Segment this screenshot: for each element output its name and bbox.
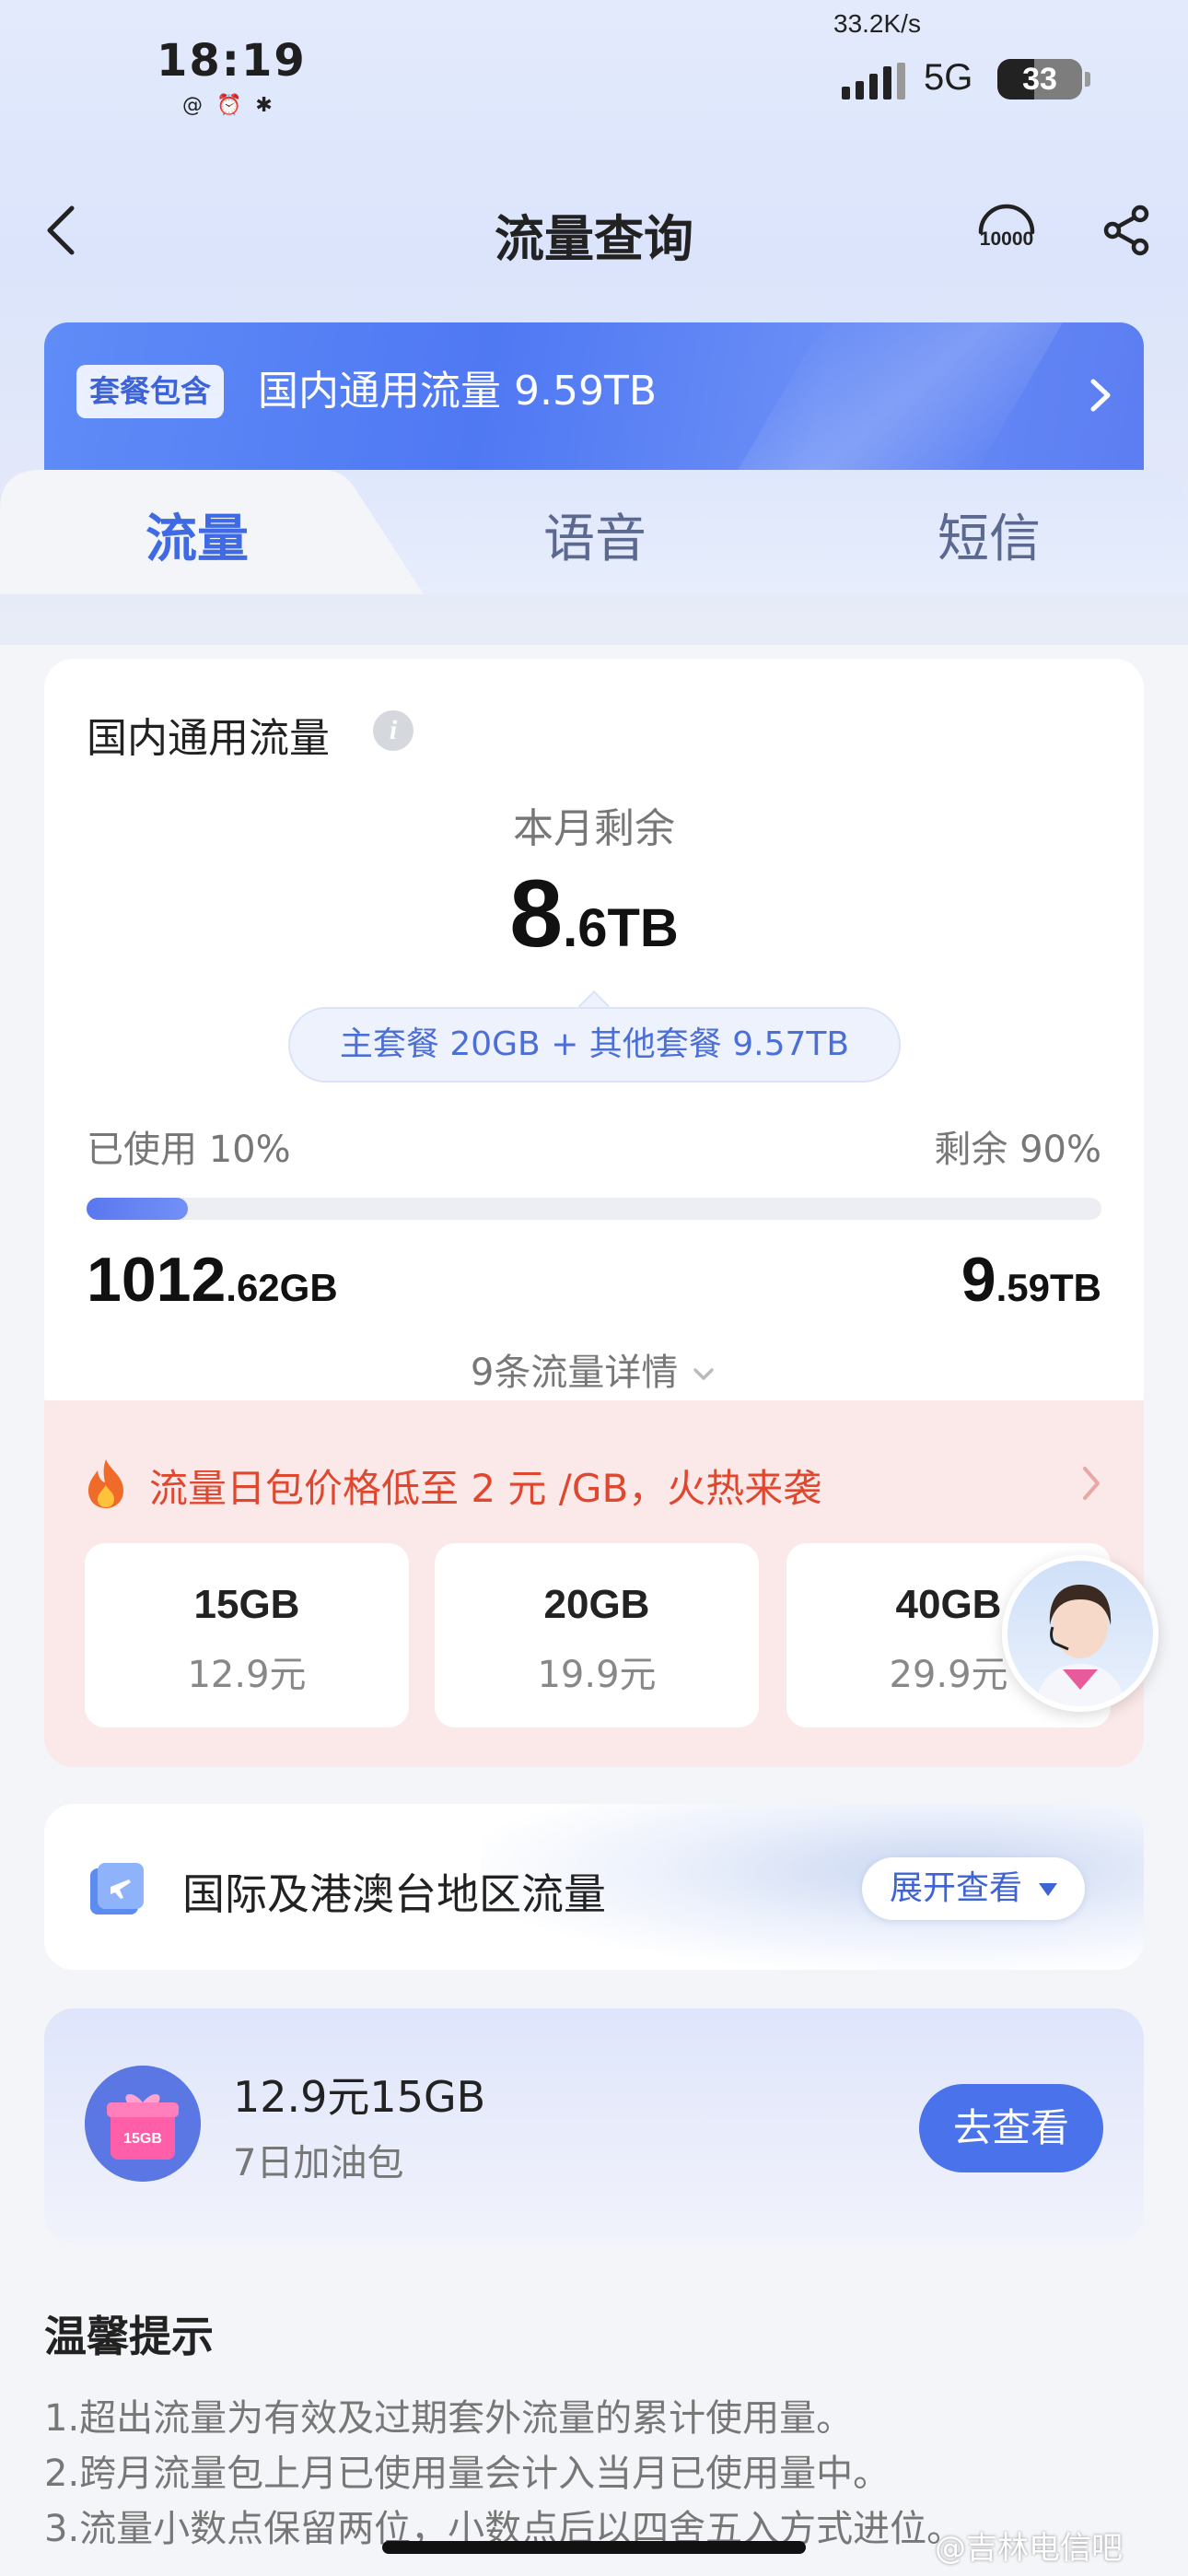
chevron-right-icon[interactable]	[1077, 1461, 1105, 1505]
international-roaming-title: 国际及港澳台地区流量	[182, 1869, 606, 1919]
booster-subtitle: 7日加油包	[233, 2142, 404, 2184]
used-amount-int: 1012	[87, 1245, 227, 1315]
battery-tip	[1085, 72, 1090, 87]
tab-data[interactable]: 流量	[146, 498, 249, 572]
used-amount-rest: .62GB	[226, 1266, 338, 1309]
gift-box-icon: 15GB	[85, 2066, 201, 2182]
expand-button[interactable]: 展开查看	[862, 1857, 1085, 1920]
promo-text[interactable]: 流量日包价格低至 2 元 /GB，火热来袭	[149, 1458, 821, 1514]
chevron-right-icon	[1090, 379, 1111, 412]
package-size: 15GB	[193, 1582, 300, 1627]
tab-bar: 流量 语音 短信	[0, 470, 1188, 594]
used-percent-label: 已使用 10%	[87, 1129, 291, 1171]
package-card[interactable]: 15GB 12.9元	[85, 1543, 409, 1727]
agent-avatar-icon	[1035, 1585, 1125, 1706]
share-icon[interactable]	[1101, 203, 1153, 258]
remaining-label: 本月剩余	[513, 805, 675, 852]
booster-pack-card: 15GB 12.9元15GB 7日加油包 去查看	[44, 2008, 1144, 2243]
tip-item: 1.超出流量为有效及过期套外流量的累计使用量。	[44, 2397, 854, 2440]
data-details-link[interactable]: 9条流量详情	[44, 1342, 1144, 1396]
signal-icon	[842, 63, 905, 100]
view-booster-button[interactable]: 去查看	[919, 2084, 1103, 2172]
status-time: 18:19	[157, 35, 307, 87]
tab-sms[interactable]: 短信	[938, 498, 1041, 572]
package-card[interactable]: 20GB 19.9元	[435, 1543, 759, 1727]
caret-down-icon	[1039, 1883, 1057, 1896]
plan-banner-text: 国内通用流量 9.59TB	[258, 368, 658, 415]
booster-title: 12.9元15GB	[233, 2072, 486, 2122]
total-amount-int: 9	[961, 1245, 996, 1315]
package-size: 20GB	[543, 1582, 650, 1627]
tip-item: 2.跨月流量包上月已使用量会计入当月已使用量中。	[44, 2453, 891, 2495]
network-speed: 33.2K/s	[833, 9, 921, 38]
remaining-value-rest: .6TB	[563, 898, 679, 958]
used-amount: 1012.62GB	[87, 1244, 338, 1316]
plan-tag: 套餐包含	[76, 365, 224, 418]
data-details-label: 9条流量详情	[470, 1352, 679, 1394]
battery-level: 33	[1022, 62, 1057, 97]
battery-icon: 33	[997, 59, 1082, 100]
chevron-down-icon	[693, 1368, 714, 1380]
remaining-value: 8.6TB	[44, 860, 1144, 969]
package-price: 12.9元	[187, 1654, 307, 1696]
customer-service-10000-icon[interactable]: 10000	[972, 201, 1042, 260]
watermark: @吉林电信吧	[935, 2530, 1123, 2567]
tab-voice[interactable]: 语音	[543, 498, 646, 572]
remaining-percent-label: 剩余 90%	[934, 1129, 1101, 1171]
remaining-value-int: 8	[509, 861, 564, 967]
home-indicator[interactable]	[382, 2541, 806, 2554]
plan-banner[interactable]: 套餐包含 国内通用流量 9.59TB	[44, 322, 1144, 488]
network-type: 5G	[924, 57, 973, 98]
plan-breakdown: 主套餐 20GB + 其他套餐 9.57TB	[288, 1007, 901, 1083]
airplane-ticket-icon	[90, 1863, 144, 1914]
daily-pack-promo: 流量日包价格低至 2 元 /GB，火热来袭 15GB 12.9元 20GB 19…	[44, 1400, 1144, 1767]
total-amount: 9.59TB	[961, 1244, 1101, 1316]
svg-text:10000: 10000	[980, 228, 1033, 250]
usage-card-title: 国内通用流量	[87, 715, 330, 762]
tips-title: 温馨提示	[44, 2312, 214, 2361]
package-price: 19.9元	[537, 1654, 657, 1696]
gift-box-label: 15GB	[123, 2131, 162, 2147]
fire-icon	[88, 1459, 123, 1508]
usage-progress-fill	[87, 1198, 189, 1220]
customer-service-avatar[interactable]	[1002, 1555, 1159, 1712]
expand-button-label: 展开查看	[890, 1869, 1023, 1907]
total-amount-rest: .59TB	[996, 1266, 1101, 1309]
info-icon[interactable]: i	[373, 710, 413, 751]
status-notification-icons: @ ⏰ ✱	[182, 94, 276, 117]
international-roaming-card: 国际及港澳台地区流量 展开查看	[44, 1804, 1144, 1970]
usage-card: 国内通用流量 i 本月剩余 8.6TB 主套餐 20GB + 其他套餐 9.57…	[44, 659, 1144, 1423]
usage-progress-bar	[87, 1198, 1101, 1220]
